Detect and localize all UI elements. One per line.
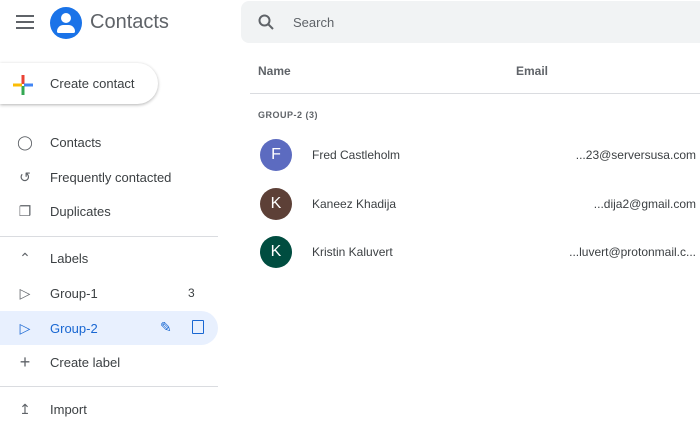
contact-name: Fred Castleholm (312, 148, 401, 162)
search-icon (258, 14, 274, 30)
sidebar-item-label: Import (50, 402, 87, 417)
column-header-email[interactable]: Email (516, 64, 548, 78)
sidebar-item-contacts[interactable]: ◯ Contacts (0, 125, 218, 159)
divider (0, 236, 218, 237)
create-contact-label: Create contact (50, 76, 135, 91)
sidebar-label-group-1[interactable]: ▷ Group-1 3 (0, 276, 218, 310)
contact-email: ...dija2@gmail.com (593, 197, 696, 211)
contact-email: ...23@serversusa.com (575, 148, 696, 162)
contact-name: Kaneez Khadija (312, 197, 397, 211)
create-label-button[interactable]: + Create label (0, 345, 218, 379)
avatar: K (260, 236, 292, 268)
sidebar-item-label: Frequently contacted (50, 170, 172, 185)
upload-icon: ↥ (19, 401, 31, 417)
app-title: Contacts (90, 11, 169, 33)
table-row[interactable]: K Kaneez Khadija ...dija2@gmail.com (250, 180, 700, 228)
delete-trash-icon[interactable] (192, 320, 204, 334)
avatar: K (260, 188, 292, 220)
label-icon: ▷ (19, 320, 31, 336)
duplicates-icon: ❐ (18, 203, 32, 219)
contact-email: ...luvert@protonmail.c... (569, 245, 696, 259)
label-icon: ▷ (19, 285, 31, 301)
divider (0, 386, 218, 387)
labels-toggle[interactable]: ⌃ Labels (0, 241, 218, 275)
contacts-logo-icon (50, 7, 82, 39)
group-heading: GROUP-2 (3) (258, 110, 319, 120)
search-input[interactable]: Search (241, 1, 700, 43)
edit-pencil-icon[interactable]: ✎ (160, 319, 172, 336)
label-name: Group-2 (50, 321, 98, 336)
sidebar-item-import[interactable]: ↥ Import (0, 392, 218, 426)
history-icon: ↺ (19, 169, 31, 185)
label-count: 3 (188, 286, 195, 300)
table-row[interactable]: K Kristin Kaluvert ...luvert@protonmail.c.… (250, 228, 700, 276)
main-menu-button[interactable] (16, 15, 34, 29)
avatar: F (260, 139, 292, 171)
label-name: Group-1 (50, 286, 98, 301)
table-row[interactable]: F Fred Castleholm ...23@serversusa.com (250, 131, 700, 179)
sidebar-item-label: Contacts (50, 135, 102, 150)
create-label-text: Create label (50, 355, 121, 370)
chevron-up-icon: ⌃ (19, 250, 31, 266)
sidebar-label-group-2[interactable]: ▷ Group-2 ✎ (0, 311, 218, 345)
sidebar-item-label: Duplicates (50, 204, 111, 219)
header-divider (250, 93, 700, 94)
plus-icon (13, 75, 33, 95)
search-placeholder: Search (293, 15, 335, 30)
person-icon: ◯ (17, 134, 33, 150)
contact-name: Kristin Kaluvert (312, 245, 393, 259)
labels-header: Labels (50, 251, 89, 266)
sidebar-item-duplicates[interactable]: ❐ Duplicates (0, 194, 218, 228)
create-contact-button[interactable]: Create contact (0, 63, 158, 104)
sidebar-item-frequently-contacted[interactable]: ↺ Frequently contacted (0, 160, 218, 194)
column-header-name[interactable]: Name (258, 64, 291, 78)
plus-icon: + (19, 352, 31, 372)
